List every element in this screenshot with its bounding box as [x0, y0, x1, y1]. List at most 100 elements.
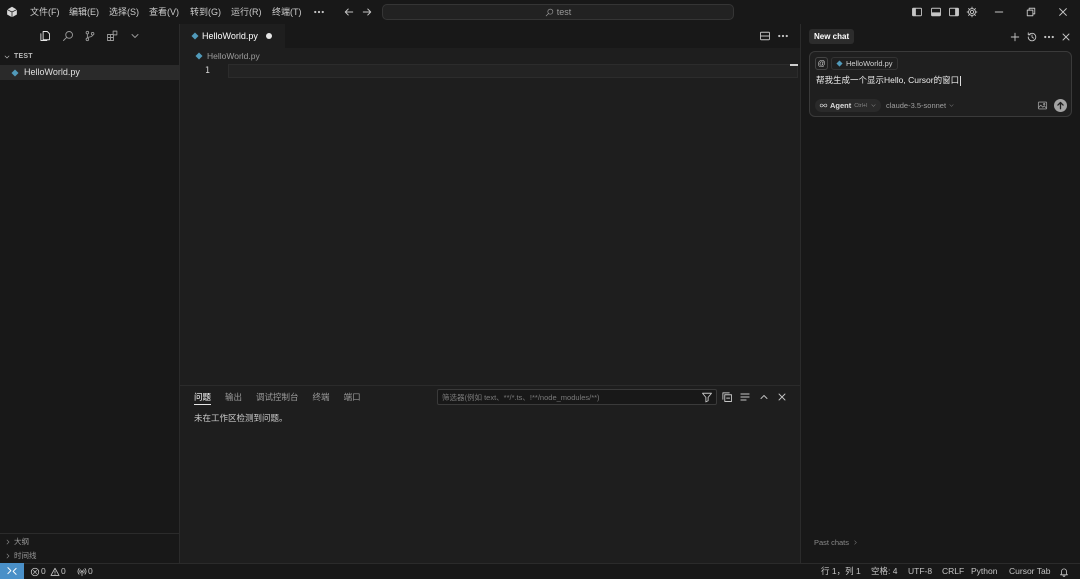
close-chat-icon[interactable]: [1060, 31, 1072, 43]
breadcrumb-item[interactable]: HelloWorld.py: [207, 48, 260, 64]
bell-icon[interactable]: [1059, 567, 1069, 577]
python-file-icon: [191, 32, 199, 40]
outline-section[interactable]: 大纲: [0, 533, 179, 548]
panel-tab-output[interactable]: 输出: [225, 390, 242, 405]
editor-tab-bar: HelloWorld.py: [180, 24, 800, 48]
past-chats-link[interactable]: Past chats: [814, 536, 859, 548]
warning-icon[interactable]: [50, 567, 60, 577]
remote-icon: [6, 565, 18, 577]
chevron-down-icon: [870, 102, 877, 109]
problems-filter-input[interactable]: [438, 390, 698, 404]
chevron-right-icon: [4, 538, 12, 546]
timeline-label: 时间线: [14, 551, 37, 560]
extensions-icon[interactable]: [106, 30, 118, 42]
settings-gear-icon[interactable]: [966, 6, 978, 18]
menu-edit[interactable]: 编辑(E): [69, 0, 99, 24]
menu-selection[interactable]: 选择(S): [109, 0, 139, 24]
timeline-section[interactable]: 时间线: [0, 548, 179, 563]
editor-more-icon[interactable]: [777, 30, 789, 42]
panel-tabs: 问题 输出 调试控制台 终端 端口: [194, 390, 361, 405]
status-bar: 0 0 0 行 1，列 1 空格: 4 UTF-8 CRLF Python Cu…: [0, 563, 1080, 579]
error-count[interactable]: 0: [41, 564, 46, 579]
model-selector[interactable]: claude-3.5-sonnet: [886, 99, 955, 112]
source-control-icon[interactable]: [84, 30, 96, 42]
editor-tab-label: HelloWorld.py: [202, 31, 258, 41]
explorer-section-header[interactable]: TEST: [0, 52, 179, 62]
agent-mode-label: Agent: [830, 101, 852, 110]
chevron-right-icon: [852, 539, 859, 546]
toggle-primary-sidebar-icon[interactable]: [911, 6, 923, 18]
close-window-icon[interactable]: [1057, 6, 1069, 18]
chevron-down-icon[interactable]: [129, 30, 141, 42]
forward-arrow-icon[interactable]: [361, 6, 373, 18]
menu-run[interactable]: 运行(R): [231, 0, 262, 24]
context-file-name: HelloWorld.py: [846, 59, 893, 68]
back-arrow-icon[interactable]: [343, 6, 355, 18]
python-file-icon: [836, 60, 843, 67]
panel-tab-problems[interactable]: 问题: [194, 390, 212, 405]
error-icon[interactable]: [30, 567, 40, 577]
panel-tab-debug-console[interactable]: 调试控制台: [256, 390, 299, 405]
new-chat-icon[interactable]: [1009, 31, 1021, 43]
file-name: HelloWorld.py: [24, 67, 80, 77]
ports-count[interactable]: 0: [88, 564, 93, 579]
modified-dot-icon[interactable]: [266, 33, 272, 39]
past-chats-label: Past chats: [814, 537, 850, 547]
filter-icon[interactable]: [701, 391, 713, 403]
file-item[interactable]: HelloWorld.py: [0, 65, 179, 80]
split-editor-icon[interactable]: [759, 30, 771, 42]
view-as-list-icon[interactable]: [739, 391, 751, 403]
toggle-secondary-sidebar-icon[interactable]: [948, 6, 960, 18]
add-context-button[interactable]: @: [815, 57, 828, 70]
code-editor[interactable]: 1: [180, 64, 800, 385]
editor-tab[interactable]: HelloWorld.py: [180, 24, 285, 48]
workspace-title: TEST: [14, 53, 33, 60]
infinity-icon: [819, 101, 828, 110]
search-view-icon[interactable]: [62, 30, 74, 42]
cursor-tab-status[interactable]: Cursor Tab: [1009, 564, 1050, 579]
cursor-position[interactable]: 行 1，列 1: [821, 564, 861, 579]
image-attach-icon[interactable]: [1037, 100, 1048, 111]
warning-count[interactable]: 0: [61, 564, 66, 579]
context-file-chip[interactable]: HelloWorld.py: [831, 57, 898, 70]
maximize-panel-icon[interactable]: [758, 391, 770, 403]
chat-history-icon[interactable]: [1026, 31, 1038, 43]
command-center-search[interactable]: test: [382, 4, 734, 20]
indentation[interactable]: 空格: 4: [871, 564, 897, 579]
collapse-all-icon[interactable]: [721, 391, 733, 403]
chat-input-text: 帮我生成一个显示Hello, Cursor的窗口: [816, 75, 960, 85]
python-file-icon: [195, 52, 203, 60]
menu-go[interactable]: 转到(G): [190, 0, 221, 24]
panel-tab-ports[interactable]: 端口: [344, 390, 361, 405]
breadcrumb: HelloWorld.py: [180, 48, 800, 64]
close-panel-icon[interactable]: [776, 391, 788, 403]
chat-composer: @ HelloWorld.py 帮我生成一个显示Hello, Cursor的窗口…: [809, 51, 1072, 117]
more-menu-icon[interactable]: [313, 6, 325, 18]
model-name: claude-3.5-sonnet: [886, 101, 947, 110]
command-center-text: test: [556, 7, 572, 17]
agent-mode-selector[interactable]: Agent Ctrl+I: [815, 99, 881, 112]
remote-indicator[interactable]: [0, 563, 24, 579]
chevron-down-icon: [3, 53, 11, 61]
encoding[interactable]: UTF-8: [908, 564, 932, 579]
ports-icon[interactable]: [77, 567, 87, 577]
end-of-line[interactable]: CRLF: [942, 564, 964, 579]
menu-file[interactable]: 文件(F): [30, 0, 60, 24]
current-line-highlight[interactable]: [228, 64, 798, 78]
menu-terminal[interactable]: 终端(T): [272, 0, 302, 24]
send-button[interactable]: [1054, 99, 1067, 112]
minimize-window-icon[interactable]: [993, 6, 1005, 18]
toggle-panel-icon[interactable]: [930, 6, 942, 18]
menu-view[interactable]: 查看(V): [149, 0, 179, 24]
chat-tab-new-chat[interactable]: New chat: [809, 29, 855, 44]
panel-tab-terminal[interactable]: 终端: [313, 390, 330, 405]
problems-filter: [437, 389, 717, 405]
chat-more-icon[interactable]: [1043, 31, 1055, 43]
explorer-icon[interactable]: [39, 30, 51, 42]
restore-window-icon[interactable]: [1025, 6, 1037, 18]
agent-mode-shortcut: Ctrl+I: [854, 102, 868, 109]
chat-sidebar: New chat @ HelloWorld.py 帮我生成一个显示Hello, …: [800, 24, 1080, 563]
chat-input[interactable]: 帮我生成一个显示Hello, Cursor的窗口: [816, 74, 1066, 86]
language-mode[interactable]: Python: [971, 564, 997, 579]
chevron-down-icon: [948, 102, 955, 109]
